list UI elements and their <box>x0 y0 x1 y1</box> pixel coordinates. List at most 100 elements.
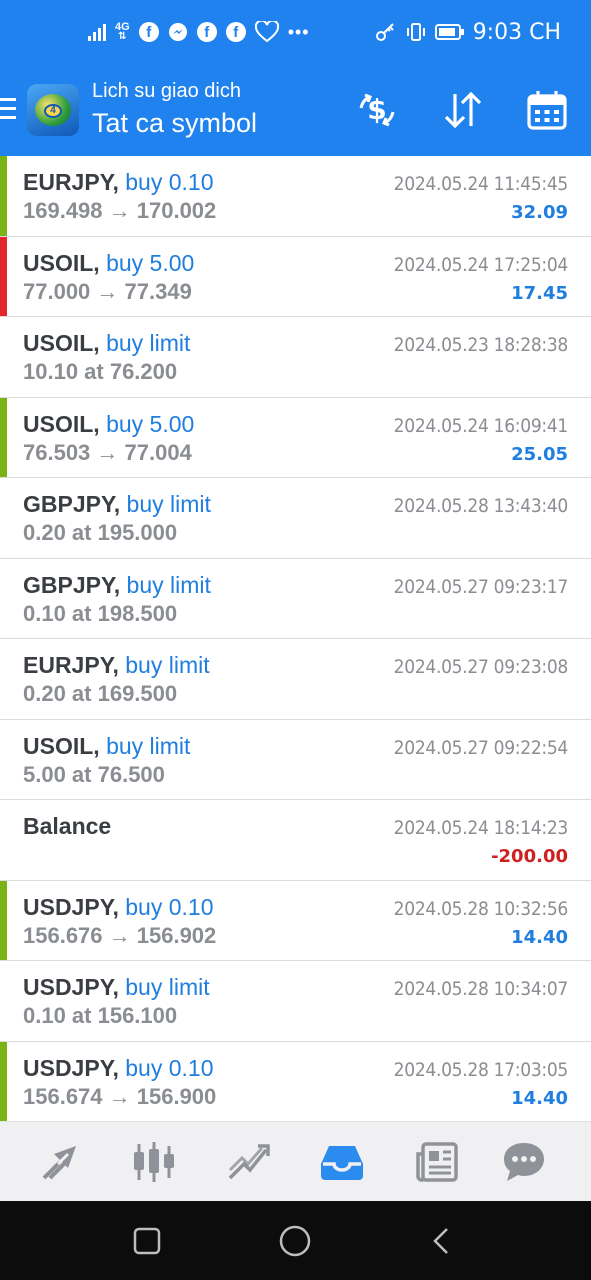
menu-icon[interactable] <box>0 98 16 120</box>
symbol-label: EURJPY, <box>23 169 119 195</box>
row-title: GBPJPY, buy limit <box>23 491 211 518</box>
profit-value: 17.45 <box>511 282 568 304</box>
row-title: Balance <box>23 813 111 840</box>
order-action-label: buy limit <box>106 732 191 759</box>
order-action-label: buy 5.00 <box>106 249 195 276</box>
tab-chart[interactable] <box>129 1138 179 1186</box>
price-detail: 77.000 → 77.349 <box>23 278 192 304</box>
row-title: USOIL, buy limit <box>23 330 190 357</box>
order-action-label: buy 0.10 <box>125 169 214 195</box>
back-chevron-icon <box>433 1228 448 1254</box>
tab-chat[interactable] <box>499 1138 549 1186</box>
position-indicator-bar <box>0 236 7 316</box>
history-row[interactable]: GBPJPY, buy limit 0.20 at 195.000 2024.05.… <box>0 478 591 559</box>
history-row[interactable]: USDJPY, buy 0.10 156.676 → 156.902 2024.05… <box>0 880 591 961</box>
timestamp: 2024.05.28 17:03:05 <box>393 1058 569 1081</box>
system-nav-bar <box>0 1201 591 1280</box>
price-detail: 156.674 → 156.900 <box>23 1083 217 1109</box>
order-action-label: buy 5.00 <box>106 410 195 437</box>
signal-strength-icon <box>88 23 106 41</box>
facebook-notification-icon: f <box>138 22 159 42</box>
home-button[interactable] <box>275 1221 315 1261</box>
dollar-arrows-icon: $ <box>359 93 395 127</box>
history-row[interactable]: EURJPY, buy 0.10 169.498 → 170.002 2024.05… <box>0 156 591 237</box>
recents-button[interactable] <box>127 1221 167 1261</box>
tab-quotes[interactable] <box>35 1138 85 1186</box>
row-title: USDJPY, buy 0.10 <box>23 894 214 921</box>
symbol-label: USDJPY, <box>23 893 119 920</box>
back-button[interactable] <box>422 1221 462 1261</box>
price-detail: 0.20 at 195.000 <box>23 520 178 545</box>
price-detail: 0.10 at 198.500 <box>23 600 178 626</box>
history-row[interactable]: EURJPY, buy limit 0.20 at 169.500 2024.05.… <box>0 639 591 720</box>
header-title[interactable]: Tat ca symbol <box>92 108 257 139</box>
timestamp: 2024.05.24 17:25:04 <box>393 253 569 276</box>
sort-arrows-icon <box>444 91 482 129</box>
history-row[interactable]: USOIL, buy limit 5.00 at 76.500 2024.05.27… <box>0 719 591 800</box>
symbol-label: USOIL, <box>23 330 100 356</box>
position-indicator-bar <box>0 880 7 960</box>
history-row[interactable]: GBPJPY, buy limit 0.10 at 198.500 2024.05.… <box>0 558 591 639</box>
row-title: USOIL, buy 5.00 <box>23 411 194 438</box>
timestamp: 2024.05.27 09:22:54 <box>393 736 569 759</box>
battery-icon <box>434 23 465 41</box>
order-action-label: buy limit <box>126 491 211 517</box>
profit-value: 14.40 <box>511 1087 568 1109</box>
order-action-label: buy limit <box>126 571 211 598</box>
recents-square-icon <box>133 1227 161 1255</box>
app-header: 4 Lich su giao dich Tat ca symbol $ <box>0 64 591 156</box>
quotes-arrows-icon <box>42 1146 76 1180</box>
order-action-label: buy limit <box>106 330 191 356</box>
tab-news[interactable] <box>412 1138 462 1186</box>
history-row[interactable]: USDJPY, buy 0.10 156.674 → 156.900 2024.05… <box>0 1041 591 1122</box>
tab-trade[interactable] <box>223 1138 273 1186</box>
timestamp: 2024.05.28 10:34:07 <box>393 978 569 1000</box>
row-title: GBPJPY, buy limit <box>23 572 211 599</box>
history-row[interactable]: USOIL, buy 5.00 77.000 → 77.349 2024.05.24… <box>0 236 591 317</box>
order-action-label: buy limit <box>125 974 210 1000</box>
profit-value: 25.05 <box>511 443 568 465</box>
status-right-icons: 9:03 CH <box>375 18 561 46</box>
symbol-label: USOIL, <box>23 410 100 437</box>
history-row[interactable]: USDJPY, buy limit 0.10 at 156.100 2024.05.… <box>0 961 591 1042</box>
timestamp: 2024.05.24 18:14:23 <box>393 817 569 839</box>
metatrader-logo: 4 <box>27 84 79 136</box>
candlestick-chart-icon <box>134 1142 174 1182</box>
symbol-label: USOIL, <box>23 732 100 759</box>
profit-value: 32.09 <box>511 202 568 223</box>
history-inbox-icon <box>321 1146 363 1180</box>
position-indicator-bar <box>0 156 7 236</box>
symbol-label: GBPJPY, <box>23 491 121 517</box>
price-detail: 169.498 → 170.002 <box>23 198 217 223</box>
order-action-label: buy limit <box>125 652 210 678</box>
symbol-label: USOIL, <box>23 249 100 276</box>
symbol-label: EURJPY, <box>23 652 119 678</box>
tab-history[interactable] <box>317 1138 367 1186</box>
row-title: EURJPY, buy 0.10 <box>23 169 214 196</box>
history-row[interactable]: USOIL, buy limit 10.10 at 76.200 2024.05.2… <box>0 317 591 398</box>
timestamp: 2024.05.27 09:23:17 <box>393 575 569 598</box>
status-left-icons: 4G ⇅ f f f ••• <box>88 18 310 46</box>
history-list: EURJPY, buy 0.10 169.498 → 170.002 2024.05… <box>0 156 591 1122</box>
price-detail: 10.10 at 76.200 <box>23 359 178 384</box>
sort-button[interactable] <box>441 88 485 132</box>
deposit-withdrawal-button[interactable]: $ <box>355 88 399 132</box>
timestamp: 2024.05.24 11:45:45 <box>393 173 569 195</box>
price-detail: 0.20 at 169.500 <box>23 681 178 706</box>
timestamp: 2024.05.28 13:43:40 <box>393 495 569 517</box>
key-icon <box>375 21 397 43</box>
price-detail: 5.00 at 76.500 <box>23 761 165 787</box>
profit-value: 14.40 <box>511 926 568 948</box>
messenger-notification-icon <box>168 22 188 42</box>
order-action-label: buy 0.10 <box>125 1054 214 1081</box>
price-detail: 0.10 at 156.100 <box>23 1003 178 1028</box>
history-row[interactable]: USOIL, buy 5.00 76.503 → 77.004 2024.05.24… <box>0 397 591 478</box>
news-icon <box>416 1142 458 1182</box>
date-range-button[interactable] <box>525 88 569 132</box>
row-title: USDJPY, buy 0.10 <box>23 1055 214 1082</box>
row-title: EURJPY, buy limit <box>23 652 210 679</box>
calendar-icon <box>527 91 567 130</box>
row-title: USOIL, buy limit <box>23 733 190 760</box>
status-bar: 4G ⇅ f f f ••• 9:03 CH <box>0 0 591 64</box>
history-row[interactable]: Balance 2024.05.24 18:14:23 -200.00 <box>0 800 591 881</box>
